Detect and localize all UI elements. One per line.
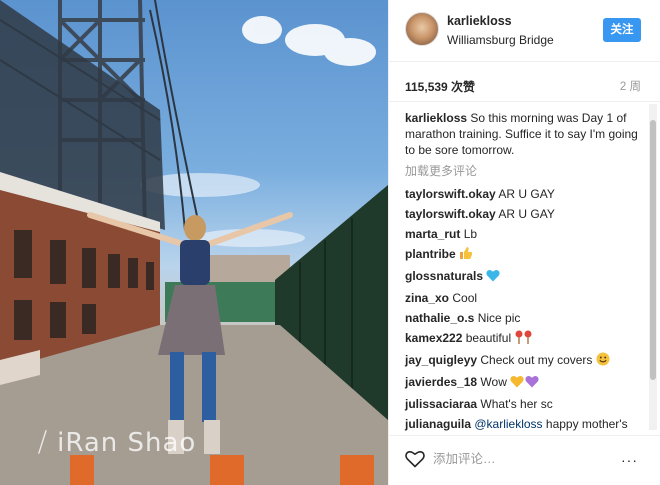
post-header: karliekloss Williamsburg Bridge 关注 xyxy=(389,0,660,62)
comment-username[interactable]: jay_quigleyy xyxy=(405,353,477,367)
comment-row: julissaciaraa What's her sc xyxy=(405,396,639,412)
thumbs-up-icon xyxy=(459,246,473,264)
post-footer: ··· xyxy=(389,435,660,485)
more-options-button[interactable]: ··· xyxy=(621,452,638,468)
blue-heart-icon xyxy=(486,269,500,286)
bridge-scene-illustration xyxy=(0,0,388,485)
scrollbar-thumb[interactable] xyxy=(650,120,656,380)
comment-text: AR U GAY xyxy=(498,187,555,201)
clouds xyxy=(140,16,376,247)
follow-button[interactable]: 关注 xyxy=(603,18,641,42)
comment-row: kamex222 beautiful xyxy=(405,330,639,348)
post-details-panel: karliekloss Williamsburg Bridge 关注 115,5… xyxy=(388,0,660,485)
comment-row: javierdes_18 Wow xyxy=(405,374,639,392)
comment-row: plantribe xyxy=(405,246,639,264)
caption: karliekloss So this morning was Day 1 of… xyxy=(405,110,639,158)
like-heart-icon[interactable] xyxy=(405,450,425,471)
load-more-comments-link[interactable]: 加载更多评论 xyxy=(405,162,639,179)
comment-username[interactable]: kamex222 xyxy=(405,331,462,345)
comment-text: Wow xyxy=(480,375,507,389)
comment-username[interactable]: taylorswift.okay xyxy=(405,187,496,201)
comment-username[interactable]: zina_xo xyxy=(405,291,449,305)
comments-scrollbar[interactable] xyxy=(649,104,657,430)
comment-username[interactable]: julianaguila xyxy=(405,417,471,431)
comment-text: What's her sc xyxy=(480,397,553,411)
comment-username[interactable]: nathalie_o.s xyxy=(405,311,474,325)
watermark-text: ⧸ iRan Shao xyxy=(38,428,197,458)
comment-row: taylorswift.okay AR U GAY xyxy=(405,186,639,202)
comment-username[interactable]: plantribe xyxy=(405,247,456,261)
caption-username[interactable]: karliekloss xyxy=(405,111,467,125)
comment-text: beautiful xyxy=(465,331,512,345)
comment-text: Check out my covers xyxy=(480,353,593,367)
post-location[interactable]: Williamsburg Bridge xyxy=(447,33,554,47)
add-comment-input[interactable] xyxy=(433,448,603,470)
comments-list[interactable]: karliekloss So this morning was Day 1 of… xyxy=(389,102,647,432)
comment-row: jay_quigleyy Check out my covers xyxy=(405,352,639,370)
cone-left xyxy=(70,455,94,485)
post-time[interactable]: 2 周 xyxy=(620,78,641,94)
likes-count[interactable]: 115,539 次赞 xyxy=(405,78,475,95)
comment-text: Cool xyxy=(452,291,478,305)
comment-username[interactable]: julissaciaraa xyxy=(405,397,477,411)
comment-row: taylorswift.okay AR U GAY xyxy=(405,206,639,222)
comment-row: zina_xo Cool xyxy=(405,290,639,306)
comment-username[interactable]: marta_rut xyxy=(405,227,460,241)
smile-icon xyxy=(596,352,610,370)
comment-row: glossnaturals xyxy=(405,268,639,286)
comment-row: nathalie_o.s Nice pic xyxy=(405,310,639,326)
comment-text: AR U GAY xyxy=(498,207,555,221)
post-username[interactable]: karliekloss xyxy=(447,14,512,28)
comment-row: julianaguila @karliekloss happy mother's… xyxy=(405,416,639,432)
cone-middle xyxy=(210,455,244,485)
comment-text: Nice pic xyxy=(477,311,521,325)
lollipop-icon xyxy=(514,330,534,348)
cone-right xyxy=(340,455,374,485)
post-stats: 115,539 次赞 2 周 xyxy=(389,62,660,102)
comment-row: marta_rut Lb xyxy=(405,226,639,242)
yellow-purple-hearts-icon xyxy=(510,375,540,392)
avatar[interactable] xyxy=(405,12,439,46)
comment-username[interactable]: glossnaturals xyxy=(405,269,483,283)
comment-text: Lb xyxy=(463,227,478,241)
post-photo[interactable]: ⧸ iRan Shao xyxy=(0,0,388,485)
comment-username[interactable]: taylorswift.okay xyxy=(405,207,496,221)
comment-mention-link[interactable]: @karliekloss xyxy=(474,417,542,431)
comment-username[interactable]: javierdes_18 xyxy=(405,375,477,389)
